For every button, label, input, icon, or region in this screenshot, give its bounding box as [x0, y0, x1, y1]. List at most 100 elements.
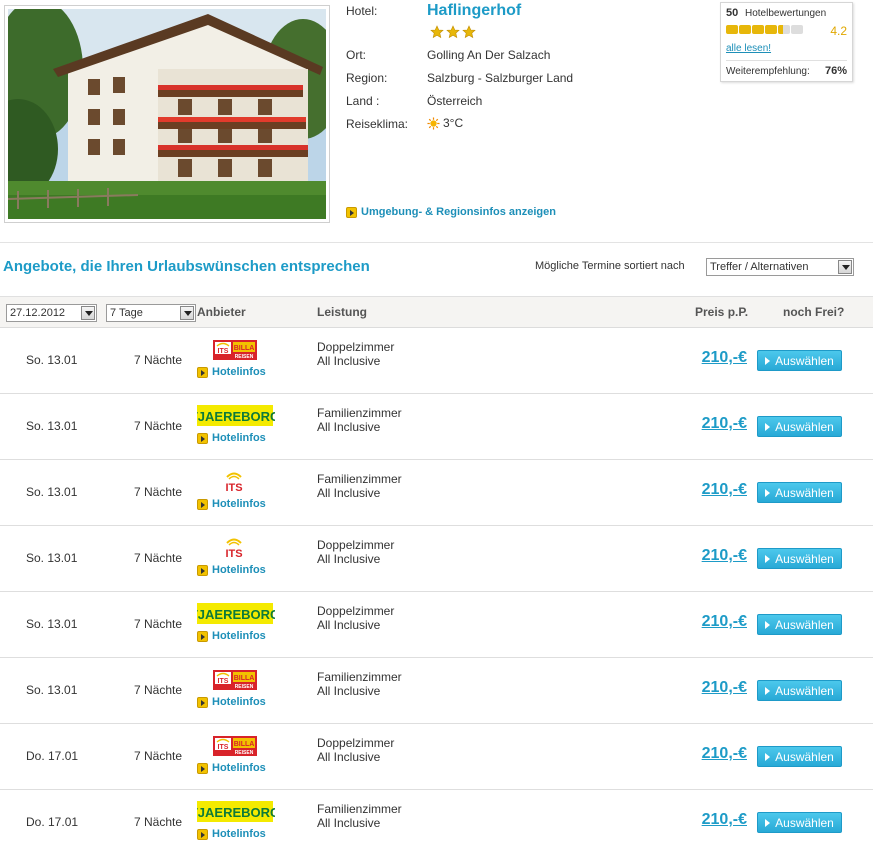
recommendation-label: Weiterempfehlung:	[726, 66, 810, 77]
its-billa-logo-reisen: REISEN	[235, 750, 254, 756]
offer-price[interactable]: 210,-€	[702, 679, 747, 697]
tjaereborg-logo: TJAEREBORG	[197, 603, 275, 624]
tjaereborg-logo-text: TJAEREBORG	[197, 409, 275, 424]
offer-row: So. 13.01 7 Nächte TJAEREBORG Hotelinfos Fam…	[0, 394, 873, 460]
chevron-down-icon	[838, 260, 852, 274]
region-value: Salzburg - Salzburger Land	[427, 71, 574, 85]
hotelinfo-link[interactable]: Hotelinfos	[197, 762, 266, 774]
select-offer-button[interactable]: Auswählen	[757, 416, 842, 437]
rating-bar	[739, 25, 751, 34]
date-select-value: 27.12.2012	[10, 307, 66, 319]
offer-board: All Inclusive	[317, 684, 381, 698]
arrow-right-icon	[197, 432, 208, 444]
recommendation-value: 76%	[824, 65, 847, 77]
rating-bar	[752, 25, 764, 34]
provider-logo-its: ITS	[197, 470, 275, 494]
hotel-stars-icon	[430, 25, 476, 39]
hotelinfo-link[interactable]: Hotelinfos	[197, 432, 266, 444]
play-icon	[765, 356, 771, 365]
hotelinfo-link-label: Hotelinfos	[212, 762, 266, 774]
offers-table-header: 27.12.2012 7 Tage Anbieter Leistung Prei…	[0, 296, 873, 328]
select-offer-button[interactable]: Auswählen	[757, 350, 842, 371]
offer-row: So. 13.01 7 Nächte ITS Hotelinfos Doppelzimm…	[0, 526, 873, 592]
hotelinfo-link[interactable]: Hotelinfos	[197, 630, 266, 642]
read-all-reviews-link[interactable]: alle lesen!	[726, 43, 771, 54]
play-icon	[765, 620, 771, 629]
provider-logo-its-billa: ITS BILLA REISEN	[197, 338, 275, 362]
offer-room: Doppelzimmer	[317, 736, 395, 750]
tjaereborg-logo-text: TJAEREBORG	[197, 607, 275, 622]
arrow-right-icon	[346, 206, 357, 218]
offer-nights: 7 Nächte	[134, 551, 183, 565]
hotelinfo-link[interactable]: Hotelinfos	[197, 564, 266, 576]
select-offer-button[interactable]: Auswählen	[757, 812, 842, 833]
hotel-name[interactable]: Haflingerhof	[427, 2, 521, 20]
its-billa-logo-its: ITS	[218, 744, 229, 751]
its-billa-logo-billa: BILLA	[234, 741, 255, 748]
select-offer-button[interactable]: Auswählen	[757, 746, 842, 767]
hotelinfo-link-label: Hotelinfos	[212, 366, 266, 378]
offer-date: Do. 17.01	[26, 749, 79, 763]
its-billa-logo: ITS BILLA REISEN	[213, 340, 257, 360]
region-label: Region:	[346, 71, 388, 85]
offer-row: So. 13.01 7 Nächte ITS Hotelinfos Familienzi…	[0, 460, 873, 526]
sort-select[interactable]: Treffer / Alternativen	[706, 258, 854, 276]
hotel-photo[interactable]	[4, 5, 330, 223]
select-offer-button[interactable]: Auswählen	[757, 614, 842, 635]
offer-board: All Inclusive	[317, 486, 381, 500]
offers-title: Angebote, die Ihren Urlaubswünschen ents…	[3, 258, 370, 275]
select-offer-button-label: Auswählen	[775, 353, 834, 368]
climate-value: 3°C	[427, 116, 463, 130]
date-select[interactable]: 27.12.2012	[6, 304, 97, 322]
offer-room: Familienzimmer	[317, 802, 402, 816]
provider-logo-tjaereborg: TJAEREBORG	[197, 800, 275, 824]
location-value: Golling An Der Salzach	[427, 48, 551, 62]
offer-price[interactable]: 210,-€	[702, 481, 747, 499]
offer-price[interactable]: 210,-€	[702, 415, 747, 433]
offer-room: Doppelzimmer	[317, 538, 395, 552]
offer-nights: 7 Nächte	[134, 683, 183, 697]
offer-board: All Inclusive	[317, 420, 381, 434]
its-billa-logo-billa: BILLA	[234, 345, 255, 352]
arrow-right-icon	[197, 828, 208, 840]
select-offer-button[interactable]: Auswählen	[757, 482, 842, 503]
tjaereborg-logo: TJAEREBORG	[197, 801, 275, 822]
hotelinfo-link[interactable]: Hotelinfos	[197, 366, 266, 378]
offer-nights: 7 Nächte	[134, 749, 183, 763]
offer-nights: 7 Nächte	[134, 485, 183, 499]
rating-score: 4.2	[830, 24, 847, 38]
hotelinfo-link[interactable]: Hotelinfos	[197, 498, 266, 510]
offer-price[interactable]: 210,-€	[702, 613, 747, 631]
duration-select[interactable]: 7 Tage	[106, 304, 196, 322]
region-info-link[interactable]: Umgebung- & Regionsinfos anzeigen	[346, 206, 556, 218]
select-offer-button[interactable]: Auswählen	[757, 680, 842, 701]
rating-box: 50 Hotelbewertungen 4.2 alle lesen! Weit…	[720, 2, 853, 82]
rating-bar	[791, 25, 803, 34]
its-billa-logo-reisen: REISEN	[235, 354, 254, 360]
select-offer-button-label: Auswählen	[775, 419, 834, 434]
chevron-down-icon	[81, 306, 95, 320]
provider-logo-its-billa: ITS BILLA REISEN	[197, 734, 275, 758]
offer-date: So. 13.01	[26, 551, 78, 565]
offer-price[interactable]: 210,-€	[702, 349, 747, 367]
offer-row: So. 13.01 7 Nächte ITS BILLA REISEN Hotelinfo…	[0, 328, 873, 394]
offer-room: Doppelzimmer	[317, 604, 395, 618]
hotelinfo-link[interactable]: Hotelinfos	[197, 696, 266, 708]
offer-date: So. 13.01	[26, 353, 78, 367]
offer-date: So. 13.01	[26, 617, 78, 631]
offer-nights: 7 Nächte	[134, 419, 183, 433]
its-billa-logo-reisen: REISEN	[235, 684, 254, 690]
location-label: Ort:	[346, 48, 366, 62]
offer-price[interactable]: 210,-€	[702, 547, 747, 565]
select-offer-button[interactable]: Auswählen	[757, 548, 842, 569]
provider-logo-its: ITS	[197, 536, 275, 560]
offer-price[interactable]: 210,-€	[702, 811, 747, 829]
hotelinfo-link[interactable]: Hotelinfos	[197, 828, 266, 840]
offer-price[interactable]: 210,-€	[702, 745, 747, 763]
duration-select-value: 7 Tage	[110, 307, 143, 319]
hotelinfo-link-label: Hotelinfos	[212, 696, 266, 708]
offer-nights: 7 Nächte	[134, 353, 183, 367]
its-logo-text: ITS	[225, 548, 242, 560]
hotel-photo-image	[8, 9, 326, 219]
play-icon	[765, 554, 771, 563]
